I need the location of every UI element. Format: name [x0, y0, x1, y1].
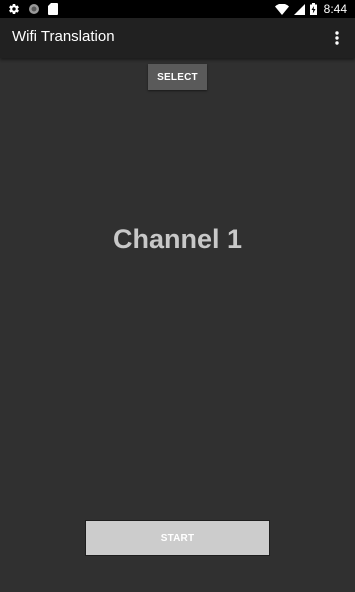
select-button[interactable]: SELECT — [148, 64, 207, 90]
battery-charging-icon — [309, 3, 317, 15]
screen: 8:44 Wifi Translation SELECT Channel 1 S… — [0, 0, 355, 592]
wifi-icon — [274, 3, 289, 15]
start-button[interactable]: START — [85, 520, 270, 556]
status-left-icons — [8, 0, 58, 18]
status-time: 8:44 — [323, 2, 347, 16]
status-right-icons: 8:44 — [274, 0, 347, 18]
status-bar: 8:44 — [0, 0, 355, 18]
app-bar: Wifi Translation — [0, 18, 355, 58]
circle-status-icon — [28, 3, 40, 15]
app-title: Wifi Translation — [12, 28, 115, 45]
sd-card-icon — [48, 3, 58, 15]
channel-label: Channel 1 — [112, 224, 243, 254]
more-vert-icon[interactable] — [325, 26, 349, 50]
cell-signal-icon — [293, 3, 305, 15]
settings-gear-icon — [8, 3, 20, 15]
